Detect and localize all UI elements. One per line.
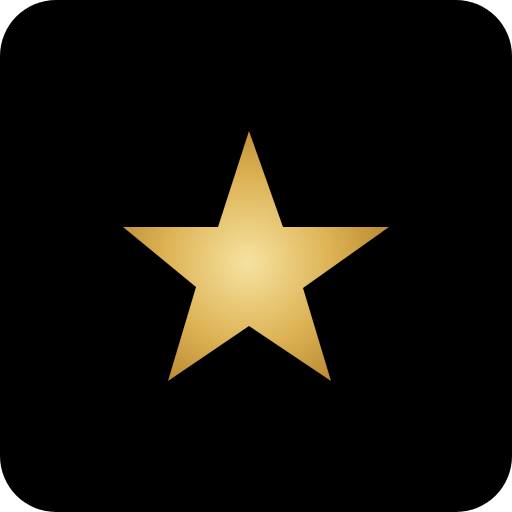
- star-graphic: [123, 131, 389, 381]
- star-shape: [123, 131, 389, 381]
- app-icon-tile: [0, 0, 512, 512]
- star-icon: [0, 0, 512, 512]
